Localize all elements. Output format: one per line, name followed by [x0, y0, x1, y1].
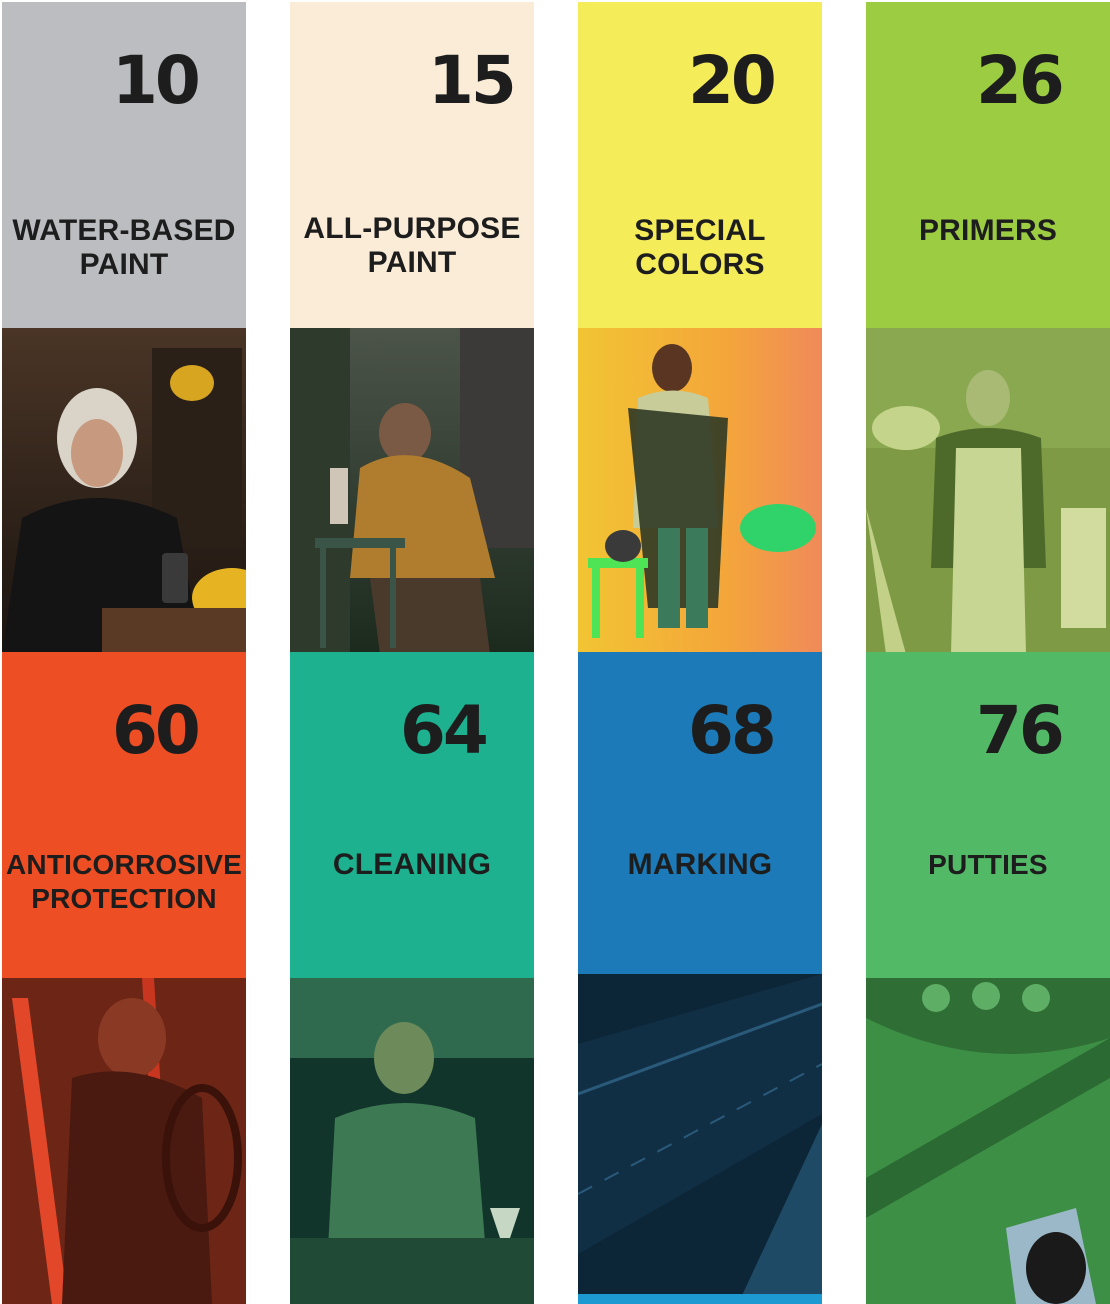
category-label: WATER-BASED PAINT	[12, 214, 236, 281]
category-card-putties[interactable]: 76 PUTTIES	[866, 652, 1110, 1304]
page-number: 15	[428, 42, 517, 119]
category-label: PUTTIES	[928, 849, 1048, 880]
category-label: PRIMERS	[918, 214, 1058, 247]
category-card-water-based-paint[interactable]: 10 WATER-BASED PAINT	[2, 2, 246, 654]
card-header: 60 ANTICORROSIVE PROTECTION	[2, 652, 246, 978]
page-number: 64	[400, 692, 489, 769]
category-card-cleaning[interactable]: 64 CLEANING	[290, 652, 534, 1304]
card-header: 68 MARKING	[578, 652, 822, 974]
category-photo	[866, 328, 1110, 654]
page-number: 68	[688, 692, 777, 769]
page-number: 26	[976, 42, 1065, 119]
category-label: ANTICORROSIVE PROTECTION	[6, 849, 242, 914]
category-label: CLEANING	[332, 848, 492, 881]
category-card-special-colors[interactable]: 20 SPECIAL COLORS	[578, 2, 822, 654]
category-photo	[290, 978, 534, 1304]
category-photo	[2, 978, 246, 1304]
page-number: 10	[112, 42, 201, 119]
page-number: 20	[688, 42, 777, 119]
category-card-primers[interactable]: 26 PRIMERS	[866, 2, 1110, 654]
category-card-marking[interactable]: 68 MARKING	[578, 652, 822, 1304]
category-label: ALL-PURPOSE PAINT	[303, 212, 521, 279]
category-card-anticorrosive-protection[interactable]: 60 ANTICORROSIVE PROTECTION	[2, 652, 246, 1304]
card-header: 20 SPECIAL COLORS	[578, 2, 822, 328]
category-photo	[578, 328, 822, 654]
category-photo	[578, 974, 822, 1304]
category-photo	[290, 328, 534, 654]
card-header: 76 PUTTIES	[866, 652, 1110, 978]
card-header: 15 ALL-PURPOSE PAINT	[290, 2, 534, 328]
category-card-all-purpose-paint[interactable]: 15 ALL-PURPOSE PAINT	[290, 2, 534, 654]
card-header: 64 CLEANING	[290, 652, 534, 978]
card-header: 10 WATER-BASED PAINT	[2, 2, 246, 328]
category-photo	[2, 328, 246, 654]
page-number: 60	[112, 692, 201, 769]
category-label: MARKING	[627, 848, 773, 881]
page-number: 76	[976, 692, 1065, 769]
category-photo	[866, 978, 1110, 1304]
category-label: SPECIAL COLORS	[634, 214, 766, 281]
card-header: 26 PRIMERS	[866, 2, 1110, 328]
